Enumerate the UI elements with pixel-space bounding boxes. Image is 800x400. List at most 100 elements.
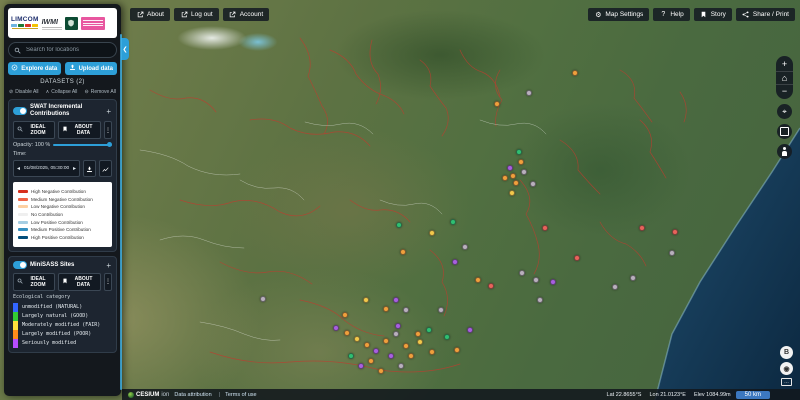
- map-marker[interactable]: [429, 349, 435, 355]
- datasets-action-remove-all[interactable]: ⊖ Remove All: [85, 89, 117, 95]
- map-marker[interactable]: [454, 347, 460, 353]
- map-marker[interactable]: [364, 342, 370, 348]
- dataset-toggle[interactable]: [13, 261, 27, 270]
- about-data-button[interactable]: ABOUT DATA: [58, 272, 101, 291]
- topbar-button-map-settings[interactable]: ⚙ Map Settings: [588, 8, 650, 21]
- map-marker[interactable]: [494, 101, 500, 107]
- map-marker[interactable]: [426, 327, 432, 333]
- map-marker[interactable]: [373, 348, 379, 354]
- map-marker[interactable]: [378, 368, 384, 374]
- map-marker[interactable]: [516, 149, 522, 155]
- map-marker[interactable]: [509, 190, 515, 196]
- map-marker[interactable]: [333, 325, 339, 331]
- map-marker[interactable]: [438, 307, 444, 313]
- basemap-attribution-button[interactable]: B: [780, 346, 793, 359]
- terms-of-use-link[interactable]: Terms of use: [225, 392, 268, 400]
- topbar-button-log-out[interactable]: Log out: [174, 8, 219, 21]
- topbar-button-about[interactable]: About: [130, 8, 170, 21]
- datasets-action-collapse-all[interactable]: ∧ Collapse All: [46, 89, 78, 95]
- datasets-action-disable-all[interactable]: ⊘ Disable All: [9, 89, 39, 95]
- map-marker[interactable]: [344, 330, 350, 336]
- map-marker[interactable]: [400, 249, 406, 255]
- map-marker[interactable]: [403, 307, 409, 313]
- opacity-slider[interactable]: [53, 142, 112, 148]
- map-marker[interactable]: [669, 250, 675, 256]
- map-marker[interactable]: [462, 244, 468, 250]
- map-marker[interactable]: [383, 306, 389, 312]
- map-marker[interactable]: [467, 327, 473, 333]
- about-data-button[interactable]: ABOUT DATA: [58, 121, 101, 140]
- topbar-button-share-print[interactable]: Share / Print: [735, 8, 795, 21]
- map-marker[interactable]: [502, 175, 508, 181]
- sidebar-collapse-button[interactable]: ❮: [121, 38, 129, 60]
- map-marker[interactable]: [672, 229, 678, 235]
- map-marker[interactable]: [542, 225, 548, 231]
- topbar-button-account[interactable]: Account: [222, 8, 270, 21]
- time-step-back-button[interactable]: ◂: [14, 165, 23, 172]
- map-marker[interactable]: [526, 90, 532, 96]
- map-marker[interactable]: [403, 343, 409, 349]
- map-marker[interactable]: [395, 323, 401, 329]
- map-marker[interactable]: [388, 353, 394, 359]
- map-marker[interactable]: [383, 338, 389, 344]
- data-attribution-link[interactable]: Data attribution: [174, 392, 223, 400]
- map-marker[interactable]: [368, 358, 374, 364]
- map-marker[interactable]: [639, 225, 645, 231]
- timeseries-chart-button[interactable]: [99, 160, 112, 178]
- map-marker[interactable]: [417, 339, 423, 345]
- zoom-out-button[interactable]: −: [776, 84, 793, 97]
- map-marker[interactable]: [429, 230, 435, 236]
- dataset-menu-button[interactable]: ⋮: [103, 272, 112, 291]
- map-credit-button[interactable]: ◉: [780, 362, 793, 375]
- map-marker[interactable]: [398, 363, 404, 369]
- map-marker[interactable]: [530, 181, 536, 187]
- map-marker[interactable]: [408, 353, 414, 359]
- map-marker[interactable]: [415, 331, 421, 337]
- scale-indicator[interactable]: 50 km: [735, 390, 770, 399]
- map-marker[interactable]: [475, 277, 481, 283]
- explore-data-button[interactable]: Explore data: [8, 62, 61, 75]
- map-marker[interactable]: [513, 180, 519, 186]
- map-marker[interactable]: [510, 173, 516, 179]
- map-marker[interactable]: [348, 353, 354, 359]
- map-marker[interactable]: [452, 259, 458, 265]
- map-marker[interactable]: [518, 159, 524, 165]
- pedestrian-view-button[interactable]: [777, 144, 792, 159]
- map-marker[interactable]: [533, 277, 539, 283]
- topbar-button-help[interactable]: ? Help: [653, 8, 690, 21]
- geolocate-button[interactable]: ⌖: [777, 104, 792, 119]
- map-marker[interactable]: [574, 255, 580, 261]
- dataset-expand-button[interactable]: +: [105, 261, 112, 270]
- upload-data-button[interactable]: Upload data: [64, 62, 117, 75]
- map-marker[interactable]: [342, 312, 348, 318]
- map-marker[interactable]: [396, 222, 402, 228]
- map-marker[interactable]: [612, 284, 618, 290]
- ideal-zoom-button[interactable]: IDEAL ZOOM: [13, 121, 56, 140]
- cesium-logo[interactable]: CESIUM ion: [128, 391, 169, 398]
- feedback-button[interactable]: …: [781, 378, 792, 386]
- dataset-toggle[interactable]: [13, 107, 27, 116]
- map-marker[interactable]: [260, 296, 266, 302]
- map-marker[interactable]: [393, 297, 399, 303]
- time-step-forward-button[interactable]: ▸: [70, 165, 79, 172]
- map-marker[interactable]: [507, 165, 513, 171]
- map-marker[interactable]: [572, 70, 578, 76]
- dataset-expand-button[interactable]: +: [105, 107, 112, 116]
- map-marker[interactable]: [358, 363, 364, 369]
- fullscreen-button[interactable]: [777, 124, 792, 139]
- topbar-button-story[interactable]: Story: [693, 8, 732, 21]
- zoom-in-button[interactable]: +: [776, 58, 793, 71]
- map-marker[interactable]: [630, 275, 636, 281]
- ideal-zoom-button[interactable]: IDEAL ZOOM: [13, 272, 56, 291]
- map-marker[interactable]: [363, 297, 369, 303]
- map-marker[interactable]: [537, 297, 543, 303]
- map-marker[interactable]: [393, 331, 399, 337]
- export-time-button[interactable]: [83, 160, 96, 178]
- map-marker[interactable]: [444, 334, 450, 340]
- map-marker[interactable]: [519, 270, 525, 276]
- map-marker[interactable]: [450, 219, 456, 225]
- home-button[interactable]: ⌂: [776, 71, 793, 84]
- map-marker[interactable]: [354, 336, 360, 342]
- dataset-menu-button[interactable]: ⋮: [103, 121, 112, 140]
- map-marker[interactable]: [550, 279, 556, 285]
